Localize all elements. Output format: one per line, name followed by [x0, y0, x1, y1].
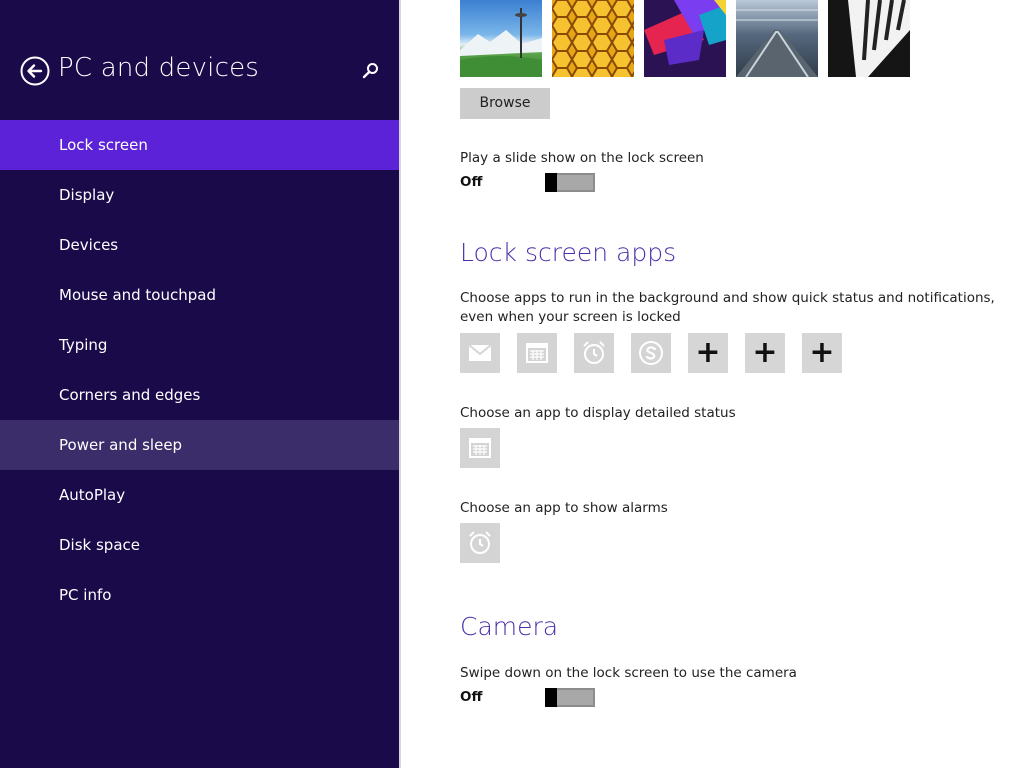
app-slot-alarms[interactable]	[574, 333, 614, 373]
main-panel: Browse Play a slide show on the lock scr…	[401, 0, 1024, 768]
thumbnail-honeycomb[interactable]	[552, 0, 634, 77]
lock-screen-apps-heading: Lock screen apps	[460, 238, 677, 267]
add-app-button-3[interactable]: +	[802, 333, 842, 373]
alarms-app-slot[interactable]	[460, 523, 500, 563]
back-arrow-icon	[20, 56, 50, 86]
escalator-image	[736, 9, 818, 77]
camera-label: Swipe down on the lock screen to use the…	[460, 665, 797, 681]
app-slot-skype[interactable]	[631, 333, 671, 373]
search-button[interactable]	[360, 60, 382, 82]
add-icon: +	[809, 335, 835, 370]
sidebar-item-autoplay[interactable]: AutoPlay	[0, 470, 399, 520]
lock-apps-description-line1: Choose apps to run in the background and…	[460, 290, 995, 306]
nav-list: Lock screen Display Devices Mouse and to…	[0, 120, 399, 620]
slideshow-state: Off	[460, 174, 483, 190]
skype-icon	[639, 341, 663, 365]
calendar-icon	[469, 438, 491, 458]
back-button[interactable]	[20, 56, 50, 86]
add-icon: +	[695, 335, 721, 370]
search-icon	[362, 63, 378, 79]
piano-image	[848, 0, 910, 77]
mail-icon	[468, 344, 492, 361]
slideshow-toggle[interactable]	[545, 173, 595, 192]
sidebar-item-typing[interactable]: Typing	[0, 320, 399, 370]
thumbnail-abstract[interactable]	[644, 0, 726, 77]
sidebar-item-lock-screen[interactable]: Lock screen	[0, 120, 399, 170]
detailed-status-label: Choose an app to display detailed status	[460, 405, 736, 421]
thumbnail-piano[interactable]	[828, 0, 910, 77]
sidebar-item-mouse-and-touchpad[interactable]: Mouse and touchpad	[0, 270, 399, 320]
camera-toggle[interactable]	[545, 688, 595, 707]
camera-heading: Camera	[460, 612, 559, 641]
sidebar-item-disk-space[interactable]: Disk space	[0, 520, 399, 570]
app-slot-calendar[interactable]	[517, 333, 557, 373]
lock-apps-description-line2: even when your screen is locked	[460, 309, 681, 325]
thumbnail-escalator[interactable]	[736, 0, 818, 77]
thumbnail-seattle[interactable]	[460, 0, 542, 77]
add-icon: +	[752, 335, 778, 370]
app-slot-mail[interactable]	[460, 333, 500, 373]
add-app-button-2[interactable]: +	[745, 333, 785, 373]
honeycomb-image	[552, 0, 634, 77]
alarm-icon	[469, 531, 491, 554]
detailed-status-app-slot[interactable]	[460, 428, 500, 468]
calendar-icon	[526, 343, 548, 363]
sidebar-item-pc-info[interactable]: PC info	[0, 570, 399, 620]
browse-button[interactable]: Browse	[460, 88, 550, 119]
sidebar-item-power-and-sleep[interactable]: Power and sleep	[0, 420, 399, 470]
toggle-knob	[545, 688, 557, 707]
camera-state: Off	[460, 689, 483, 705]
toggle-knob	[545, 173, 557, 192]
slideshow-label: Play a slide show on the lock screen	[460, 150, 704, 166]
sidebar-item-display[interactable]: Display	[0, 170, 399, 220]
alarm-icon	[583, 341, 605, 364]
abstract-image	[644, 0, 726, 65]
sidebar: PC and devices Lock screen Display Devic…	[0, 0, 399, 768]
seattle-image	[460, 8, 542, 77]
page-title: PC and devices	[58, 53, 260, 83]
sidebar-item-devices[interactable]: Devices	[0, 220, 399, 270]
add-app-button-1[interactable]: +	[688, 333, 728, 373]
alarms-app-label: Choose an app to show alarms	[460, 500, 668, 516]
sidebar-item-corners-and-edges[interactable]: Corners and edges	[0, 370, 399, 420]
